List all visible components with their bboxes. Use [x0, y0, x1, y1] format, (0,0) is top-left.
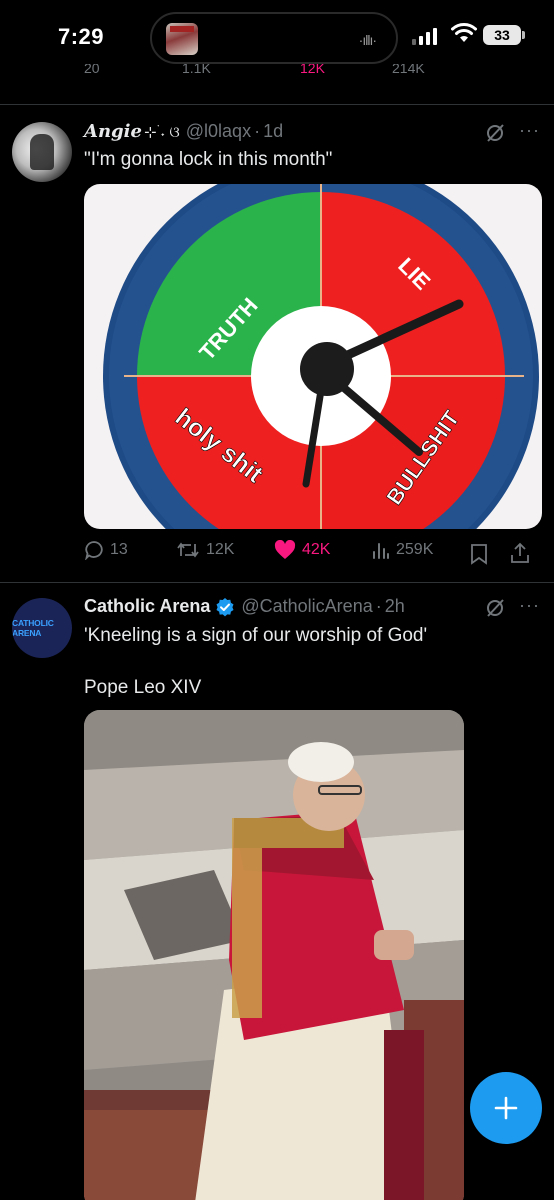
display-name[interactable]: Angie	[84, 121, 142, 142]
timestamp[interactable]: 2h	[385, 596, 405, 617]
separator-dot: ·	[375, 596, 382, 616]
reply-count: 13	[110, 541, 128, 558]
repost-count[interactable]: 1.1K	[182, 64, 211, 76]
status-bar: 7:29 ·ıllı· 33	[0, 0, 554, 74]
like-count[interactable]: 12K	[300, 64, 325, 76]
cellular-signal-icon	[412, 28, 437, 45]
battery-indicator: 33	[483, 25, 525, 45]
view-count: 259K	[396, 541, 434, 558]
tweet-photo[interactable]	[84, 710, 464, 1200]
pope-photo	[84, 710, 464, 1200]
clock: 7:29	[58, 24, 105, 49]
heart-filled-icon	[274, 540, 296, 559]
repost-button[interactable]: 12K	[176, 540, 234, 560]
verified-badge-icon	[216, 597, 234, 616]
previous-tweet-actions: 20 1.1K 12K 214K	[0, 64, 554, 82]
handle[interactable]: @CatholicArena	[241, 596, 372, 617]
timestamp[interactable]: 1d	[263, 121, 283, 142]
audio-waveform-icon: ·ıllı·	[358, 32, 377, 48]
more-options-icon[interactable]: ···	[519, 120, 540, 141]
reply-button[interactable]: 13	[84, 540, 128, 560]
repost-count: 12K	[206, 541, 235, 558]
compose-post-button[interactable]	[470, 1072, 542, 1144]
dynamic-island[interactable]: ·ıllı·	[150, 12, 398, 64]
like-count: 42K	[302, 541, 331, 558]
display-name[interactable]: Catholic Arena	[84, 596, 210, 617]
tweet-text: 'Kneeling is a sign of our worship of Go…	[84, 625, 428, 646]
handle[interactable]: @l0laqx	[186, 121, 251, 142]
plus-icon	[494, 1096, 518, 1120]
tweet-text-line-2: Pope Leo XIV	[84, 677, 202, 698]
bookmark-icon[interactable]	[470, 543, 488, 565]
share-icon[interactable]	[510, 542, 530, 564]
tweet-text: "I'm gonna lock in this month"	[84, 149, 333, 170]
wheel-image: TRUTH LIE holy shit BULLSHIT	[103, 184, 539, 529]
tweet-image[interactable]: TRUTH LIE holy shit BULLSHIT	[84, 184, 542, 529]
view-count[interactable]: 214K	[392, 64, 425, 76]
more-options-icon[interactable]: ···	[519, 595, 540, 616]
views-button[interactable]: 259K	[372, 540, 433, 560]
now-playing-artwork	[166, 23, 198, 55]
tweet[interactable]: Angie ⊹ ࣪˖ ଓ @l0laqx · 1d ··· "I'm gonna…	[0, 104, 554, 582]
views-icon	[373, 543, 389, 559]
grok-icon[interactable]	[484, 597, 506, 619]
name-decoration: ⊹ ࣪˖ ଓ	[143, 123, 180, 141]
reply-icon	[85, 541, 103, 560]
tweet-actions: 13 12K 42K 259K	[84, 540, 544, 570]
reply-count[interactable]: 20	[84, 64, 100, 76]
grok-icon[interactable]	[484, 122, 506, 144]
wifi-icon	[451, 23, 477, 42]
avatar[interactable]	[12, 122, 72, 182]
separator-dot: ·	[254, 121, 261, 141]
repost-icon	[177, 542, 199, 558]
avatar[interactable]: CATHOLIC ARENA	[12, 598, 72, 658]
like-button[interactable]: 42K	[274, 540, 330, 560]
